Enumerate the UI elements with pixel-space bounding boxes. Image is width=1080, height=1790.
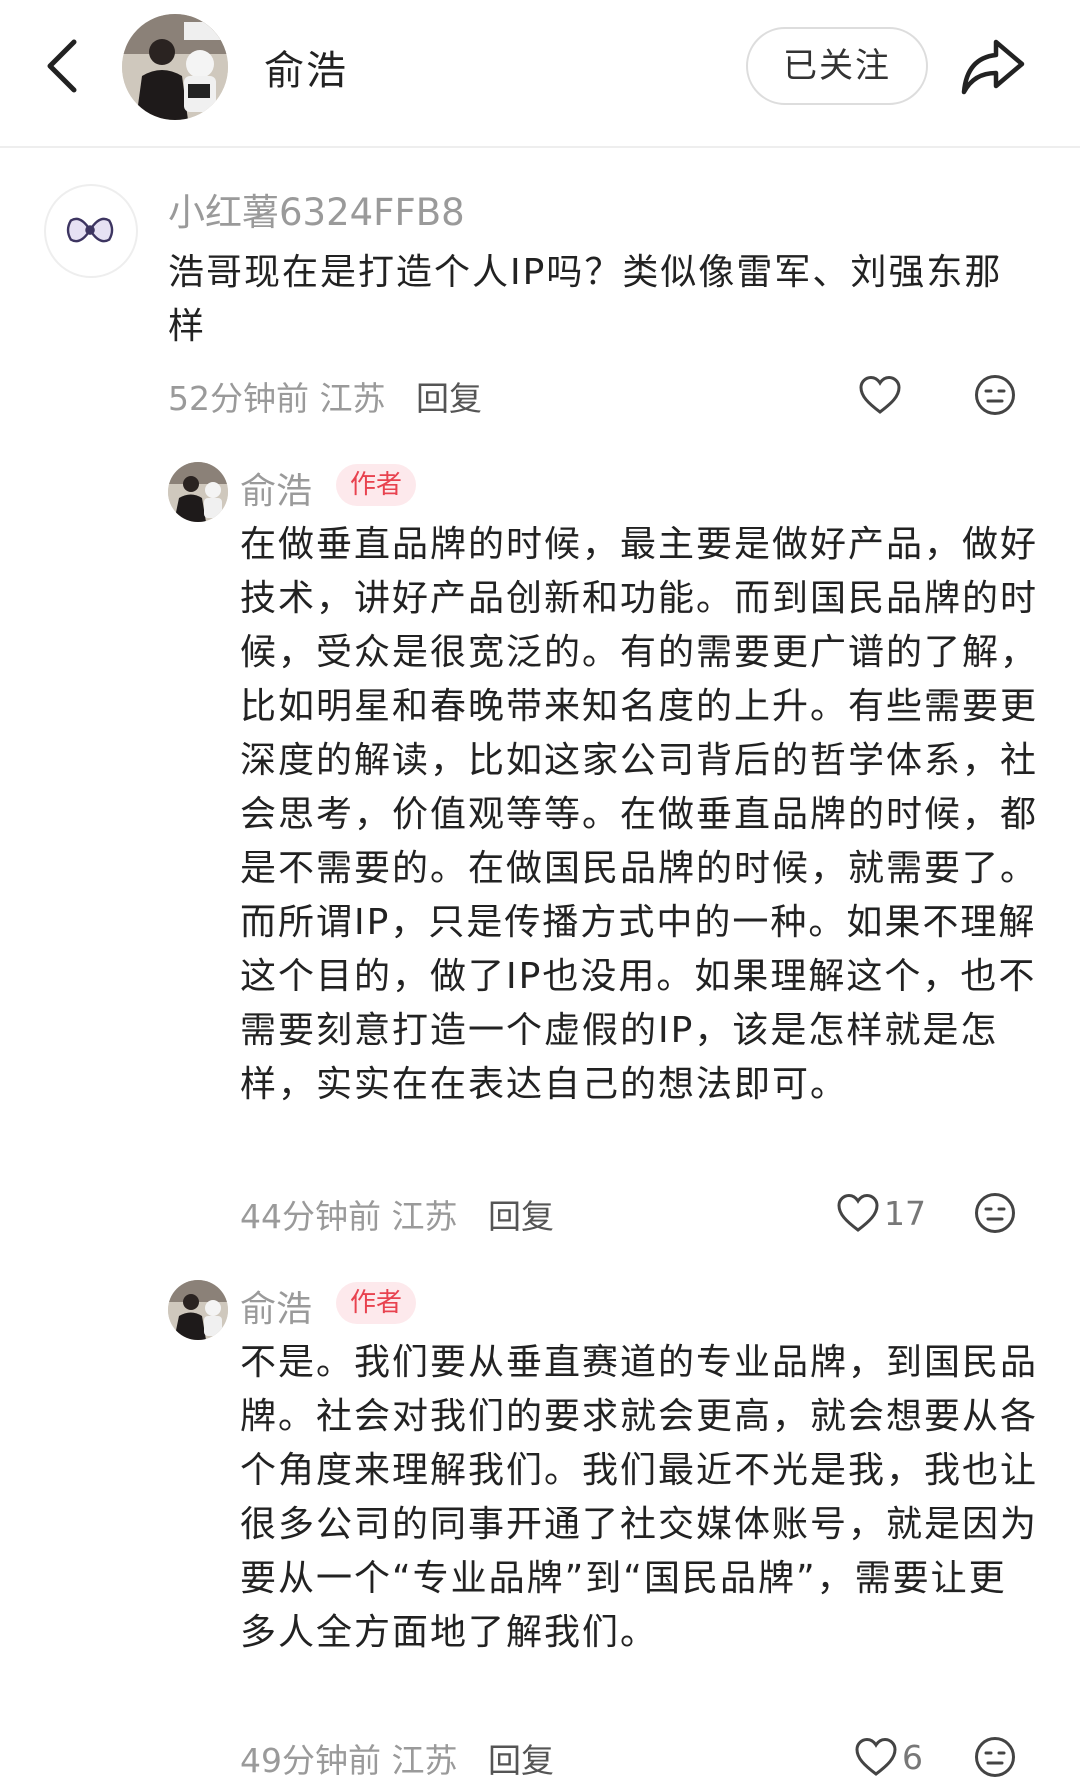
reply-location: 江苏 xyxy=(391,1197,458,1236)
like-button[interactable] xyxy=(858,372,906,418)
author-avatar[interactable] xyxy=(122,14,228,120)
reply-button[interactable]: 回复 xyxy=(488,1741,554,1780)
reply-time: 49分钟前 xyxy=(240,1741,381,1780)
comment-meta: 52分钟前 江苏 回复 xyxy=(168,372,482,420)
top-bar: 俞浩 已关注 xyxy=(0,0,1080,148)
reply-avatar[interactable] xyxy=(168,1280,228,1340)
reply-author-name[interactable]: 俞浩 xyxy=(240,1280,312,1332)
neutral-face-icon[interactable] xyxy=(974,374,1016,416)
share-arrow-icon[interactable] xyxy=(958,36,1028,98)
like-button[interactable]: 17 xyxy=(836,1190,926,1236)
heart-outline-icon xyxy=(837,1193,879,1232)
commenter-avatar[interactable] xyxy=(44,184,138,278)
heart-outline-icon xyxy=(859,375,901,414)
comment-time: 52分钟前 xyxy=(168,379,309,418)
comment-page: 俞浩 已关注 小红薯6324FFB8 浩哥现在是打造个人IP吗？类似像雷军、刘强… xyxy=(0,0,1080,1790)
comment-location: 江苏 xyxy=(319,379,386,418)
follow-button[interactable]: 已关注 xyxy=(746,27,928,105)
reply-time: 44分钟前 xyxy=(240,1197,381,1236)
comment-text: 浩哥现在是打造个人IP吗？类似像雷军、刘强东那样 xyxy=(168,252,1003,347)
reply-button[interactable]: 回复 xyxy=(416,379,482,418)
neutral-face-icon[interactable] xyxy=(974,1192,1016,1234)
neutral-face-icon[interactable] xyxy=(974,1736,1016,1778)
like-count: 17 xyxy=(884,1193,926,1233)
heart-outline-icon xyxy=(855,1737,897,1776)
like-count: 6 xyxy=(902,1737,923,1777)
reply-meta: 49分钟前 江苏 回复 xyxy=(240,1734,554,1782)
author-badge: 作者 xyxy=(336,464,417,506)
reply-avatar[interactable] xyxy=(168,462,228,522)
chevron-left-icon[interactable] xyxy=(38,36,90,96)
like-button[interactable]: 6 xyxy=(854,1734,923,1780)
reply-text: 不是。我们要从垂直赛道的专业品牌，到国民品牌。社会对我们的要求就会更高，就会想要… xyxy=(240,1342,1039,1653)
author-name[interactable]: 俞浩 xyxy=(264,38,348,96)
reply-text: 在做垂直品牌的时候，最主要是做好产品，做好技术，讲好产品创新和功能。而到国民品牌… xyxy=(240,524,1039,1105)
reply-author-name[interactable]: 俞浩 xyxy=(240,462,312,514)
author-badge: 作者 xyxy=(336,1282,417,1324)
reply-meta: 44分钟前 江苏 回复 xyxy=(240,1190,554,1238)
reply-location: 江苏 xyxy=(391,1741,458,1780)
commenter-name[interactable]: 小红薯6324FFB8 xyxy=(168,182,465,236)
reply-button[interactable]: 回复 xyxy=(488,1197,554,1236)
